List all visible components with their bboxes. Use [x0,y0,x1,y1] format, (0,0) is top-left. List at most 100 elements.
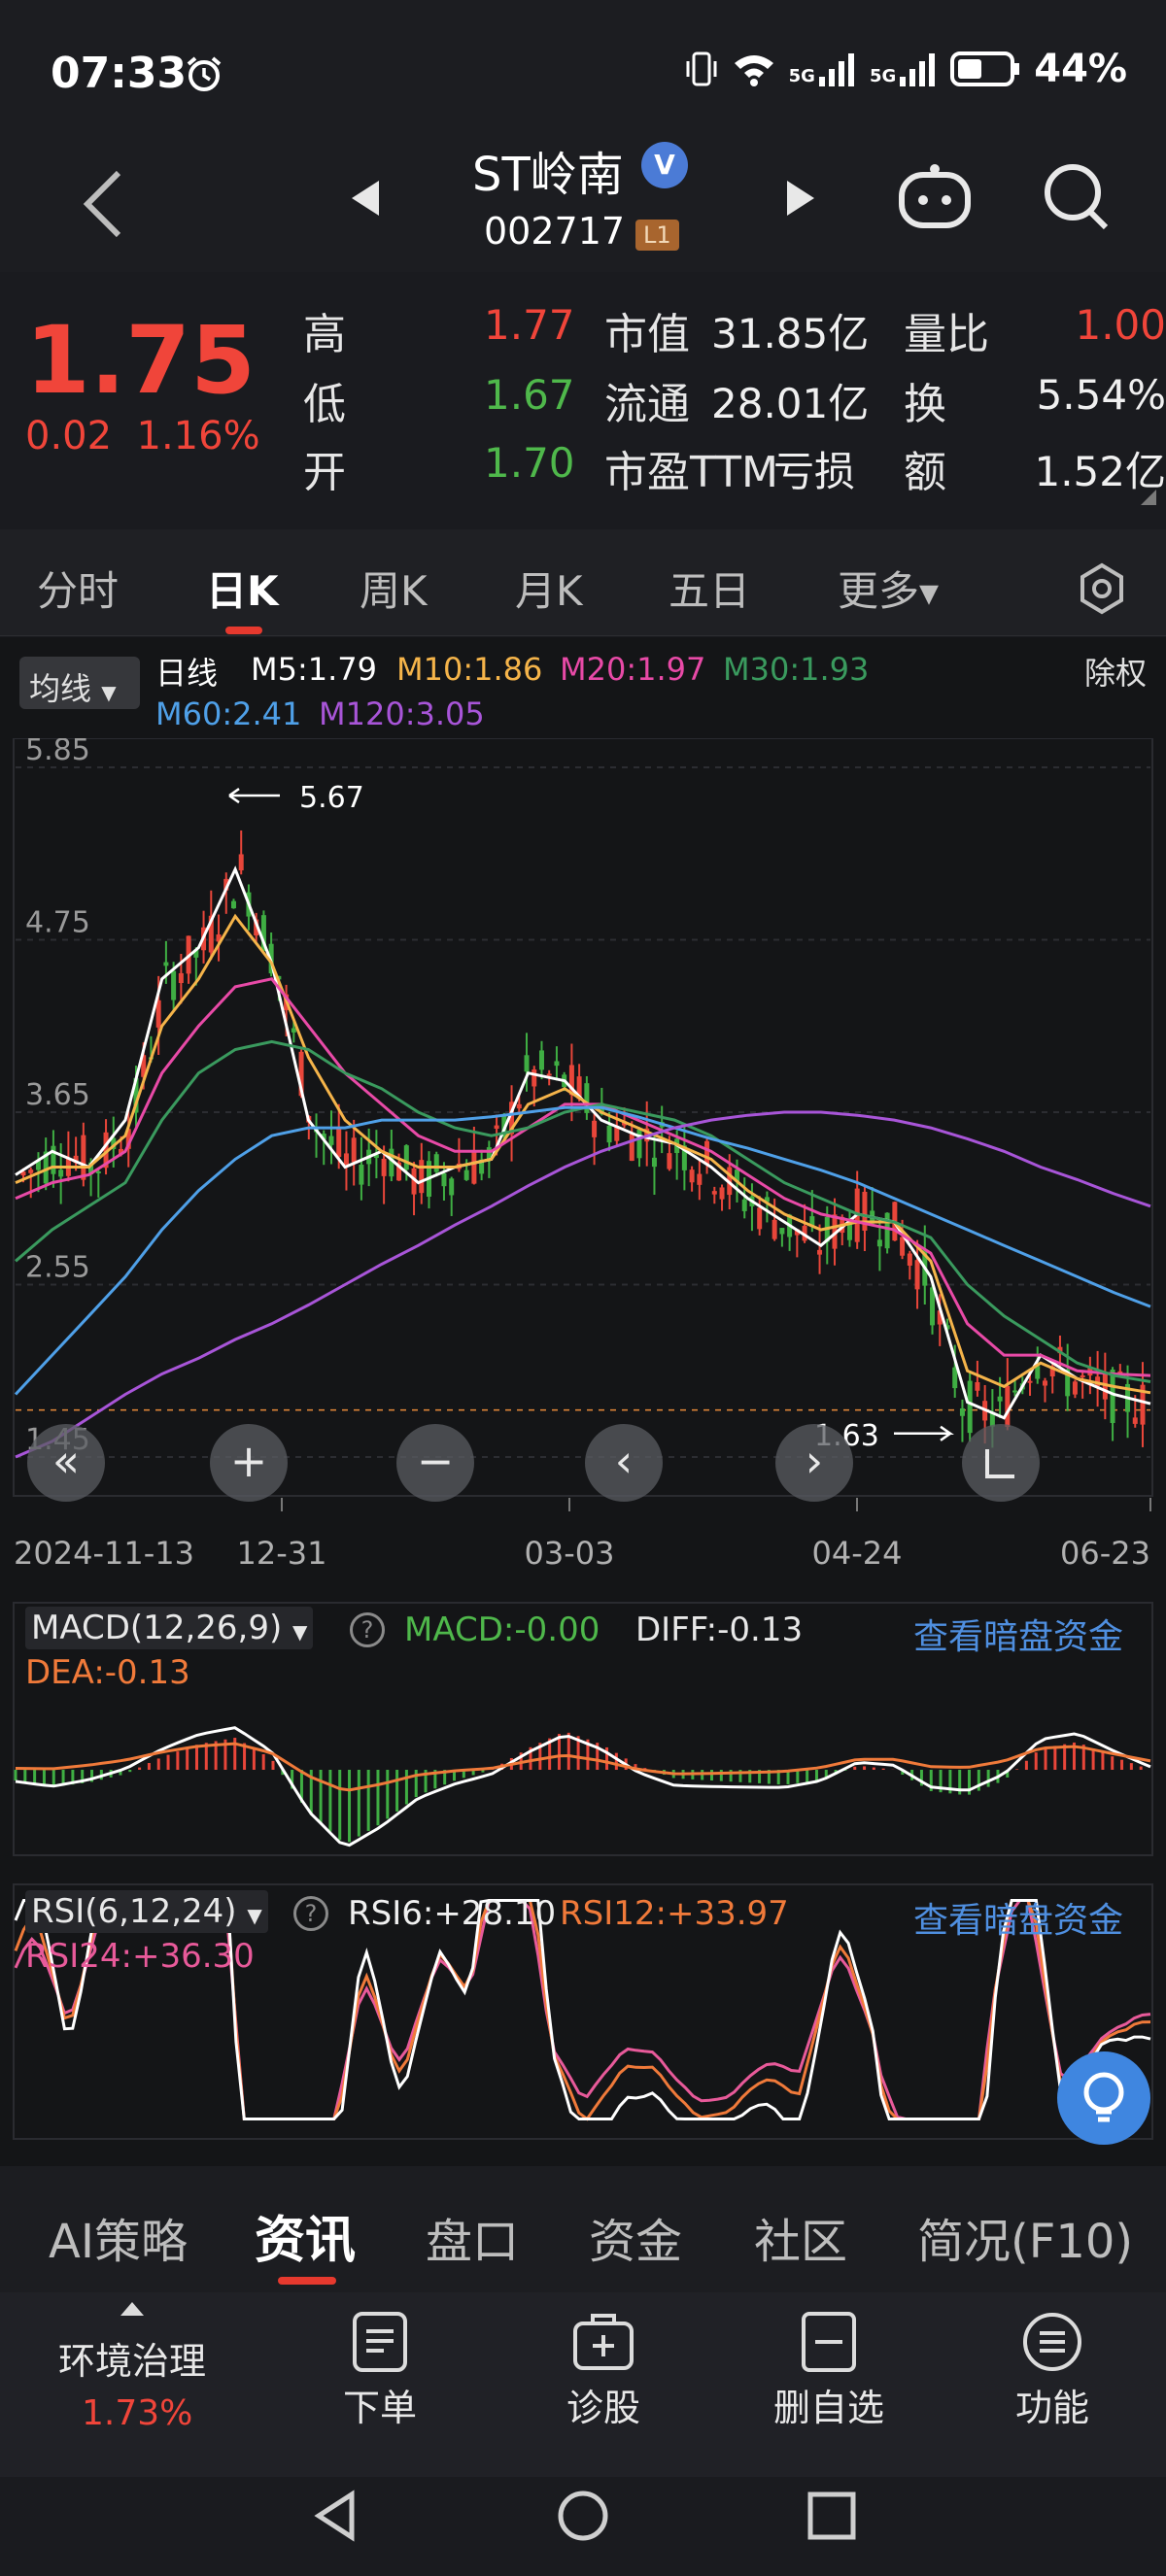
battery-icon [950,51,1020,86]
candle-body [884,1212,890,1249]
open-label: 开 [303,448,346,497]
date-tick-label: 12-31 [237,1535,327,1572]
tab-monthly-k[interactable]: 月K [515,559,583,618]
stock-name: ST岭南 [472,148,624,202]
caret-up-icon [120,2302,144,2316]
ma-selector-button[interactable]: 均线 ▼ [19,657,140,709]
macd-dark-pool-link[interactable]: 查看暗盘资金 [913,1609,1123,1659]
turnover-label: 换 [904,380,946,429]
tab-f10-profile[interactable]: 简况(F10) [917,2203,1133,2271]
nav-back-icon[interactable] [309,2489,363,2543]
macd-selector[interactable]: MACD(12,26,9) ▼ [25,1607,314,1649]
dropdown-arrow-icon: ▼ [919,579,940,609]
rsi-dark-pool-link[interactable]: 查看暗盘资金 [913,1892,1123,1943]
candle-body [651,1157,657,1168]
alarm-icon [187,56,222,91]
candle-body [900,1237,906,1256]
candle-body [606,1125,612,1143]
settings-hexagon-icon[interactable] [1075,561,1129,616]
tab-order-book[interactable]: 盘口 [426,2203,519,2271]
remove-watchlist-button[interactable]: 删自选 [756,2310,902,2431]
candle-body [704,1140,710,1165]
diagnose-label: 诊股 [566,2387,640,2429]
date-tick-label: 2024-11-13 [14,1535,194,1572]
tab-weekly-k[interactable]: 周K [360,559,428,618]
tab-five-day[interactable]: 五日 [669,559,750,618]
robot-assistant-icon[interactable] [896,161,974,231]
tab-news[interactable]: 资讯 [255,2199,356,2272]
candle-body [741,1199,747,1211]
current-price: 1.75 [25,306,256,415]
candle-body [1042,1380,1047,1386]
dea-value: DEA:-0.13 [25,1653,190,1692]
period-tabs [0,529,1166,636]
verified-badge: V [641,142,688,188]
tab-community[interactable]: 社区 [754,2203,847,2271]
candle-body [952,1367,958,1389]
kline-chart[interactable]: 5.854.753.652.551.452024-11-1312-3103-03… [0,738,1166,1574]
candle-body [554,1061,560,1067]
candle-body [711,1191,717,1195]
adjust-toggle[interactable]: 除权 [1084,649,1147,694]
candle-body [230,900,236,909]
order-button[interactable]: 下单 [307,2310,453,2431]
high-annotation: 5.67 [299,781,364,815]
tips-bulb-button[interactable] [1057,2051,1150,2145]
search-icon[interactable] [1040,159,1114,233]
ma30-label: M30:1.93 [723,651,870,688]
tab-funds[interactable]: 资金 [589,2203,682,2271]
next-stock-icon[interactable] [781,177,820,220]
tab-more[interactable]: 更多▼ [838,559,939,618]
level-badge: L1 [635,220,679,251]
date-tick-label: 06-23 [1060,1535,1150,1572]
candle-body [328,1135,334,1145]
nav-home-icon[interactable] [556,2489,610,2543]
diagnose-button[interactable]: 诊股 [531,2310,676,2431]
chart-nav-glyph: ‹ [615,1435,633,1487]
candle-body [419,1160,425,1194]
tab-intraday[interactable]: 分时 [37,559,119,618]
price-change: 0.02 1.16% [25,414,260,458]
ma-line-m30 [15,1039,1151,1383]
rsi-selector[interactable]: RSI(6,12,24) ▼ [25,1890,268,1933]
candle-body [532,1069,537,1087]
open-value: 1.70 [484,439,575,487]
expand-corner-icon[interactable] [1139,488,1158,507]
tab-ai-strategy[interactable]: AI策略 [49,2203,188,2271]
chart-frame [13,738,1153,1497]
volume-ratio-label: 量比 [904,310,989,359]
candle-body [538,1050,544,1070]
tab-daily-k[interactable]: 日K [206,559,279,618]
sector-name[interactable]: 环境治理 [58,2331,206,2385]
candle-body [28,1169,34,1173]
candle-body [817,1249,823,1255]
candle-body [58,1169,64,1177]
candle-body [359,1165,364,1185]
back-arrow-icon[interactable] [74,165,132,243]
macd-help-icon[interactable]: ? [350,1612,385,1647]
candle-body [1012,1390,1018,1393]
remove-watchlist-label: 删自选 [772,2387,884,2429]
rsi-help-icon[interactable]: ? [293,1896,328,1931]
candle-body [433,1154,439,1172]
order-doc-icon [353,2312,407,2372]
ma10-label: M10:1.86 [396,651,543,688]
candle-body [967,1380,973,1434]
nav-recents-icon[interactable] [806,2491,857,2541]
previous-stock-icon[interactable] [346,177,385,220]
ma5-label: M5:1.79 [251,651,377,688]
daily-label: 日线 [155,655,219,692]
candle-body [449,1178,455,1196]
functions-button[interactable]: 功能 [979,2310,1125,2431]
candle-body [1027,1380,1033,1383]
candle-body [592,1120,598,1137]
candle-body [629,1134,634,1162]
candle-body [81,1135,86,1180]
active-tab-indicator [225,627,262,634]
price-tick-label: 2.55 [25,1251,90,1285]
candle-body [524,1055,530,1072]
turnover-value: 5.54% [1036,371,1166,419]
candle-body [719,1187,725,1200]
candle-body [636,1129,642,1159]
candle-body [757,1207,763,1230]
